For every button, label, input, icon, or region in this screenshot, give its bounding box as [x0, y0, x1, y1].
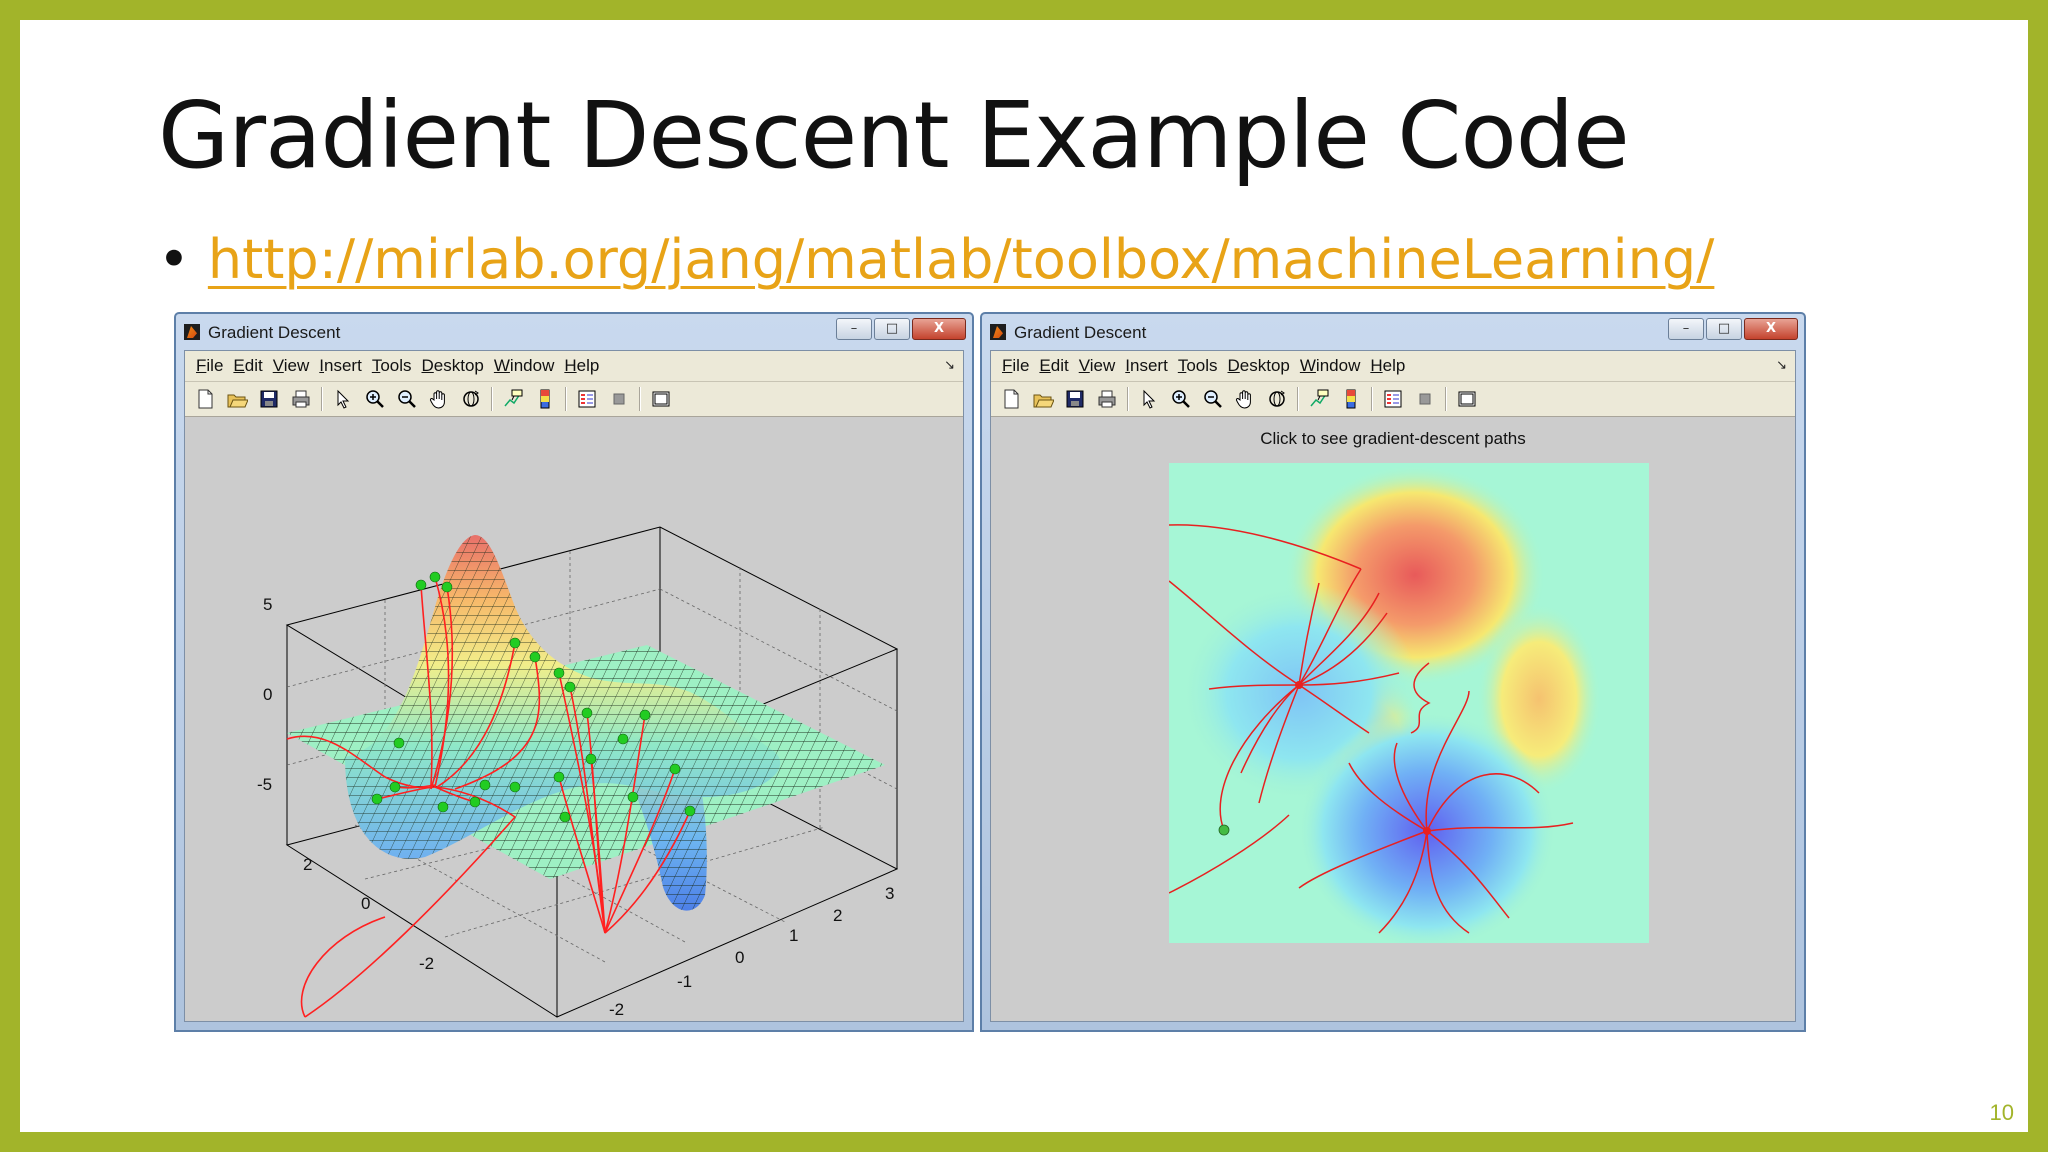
menu-view[interactable]: View: [273, 356, 310, 376]
x-tick-label: 3: [885, 884, 894, 903]
z-tick-label: 5: [263, 595, 272, 614]
page-number: 10: [1989, 1100, 2014, 1125]
y-tick-label: 2: [303, 855, 312, 874]
gradient-descent-window-3d[interactable]: Gradient Descent – □ X File Edit View In…: [174, 312, 974, 1032]
menu-edit[interactable]: Edit: [1039, 356, 1068, 376]
pointer-icon[interactable]: [330, 386, 356, 412]
zoom-out-icon[interactable]: [1200, 386, 1226, 412]
data-cursor-icon[interactable]: [1306, 386, 1332, 412]
toolbox-link[interactable]: http://mirlab.org/jang/matlab/toolbox/ma…: [208, 228, 1715, 291]
toolbar-separator: [321, 387, 323, 411]
menubar: File Edit View Insert Tools Desktop Wind…: [991, 351, 1795, 382]
menu-insert[interactable]: Insert: [319, 356, 362, 376]
matlab-icon: [990, 324, 1006, 340]
menu-file[interactable]: File: [196, 356, 223, 376]
x-tick-label: 1: [789, 926, 798, 945]
surface-3d-plot[interactable]: 5 0 -5 2 0 -2 -3 -2 -1 0 1 2 3: [185, 417, 964, 1022]
menu-window[interactable]: Window: [1300, 356, 1360, 376]
menubar: File Edit View Insert Tools Desktop Wind…: [185, 351, 963, 382]
figure-toolbar: [185, 382, 963, 417]
close-button[interactable]: X: [1744, 318, 1798, 340]
toolbar-separator: [491, 387, 493, 411]
toolbar-separator: [1445, 387, 1447, 411]
open-folder-icon[interactable]: [1030, 386, 1056, 412]
menu-insert[interactable]: Insert: [1125, 356, 1168, 376]
menu-view[interactable]: View: [1079, 356, 1116, 376]
new-file-icon[interactable]: [192, 386, 218, 412]
new-file-icon[interactable]: [998, 386, 1024, 412]
y-tick-label: 0: [361, 894, 370, 913]
menu-tools[interactable]: Tools: [372, 356, 412, 376]
minimize-button[interactable]: –: [836, 318, 872, 340]
toolbar-separator: [639, 387, 641, 411]
show-plot-tools-icon[interactable]: [648, 386, 674, 412]
maximize-button[interactable]: □: [1706, 318, 1742, 340]
figure-client: File Edit View Insert Tools Desktop Wind…: [184, 350, 964, 1022]
x-tick-label: 0: [735, 948, 744, 967]
matlab-icon: [184, 324, 200, 340]
bullet-symbol: •: [158, 228, 190, 291]
menu-help[interactable]: Help: [564, 356, 599, 376]
menu-tools[interactable]: Tools: [1178, 356, 1218, 376]
menu-window[interactable]: Window: [494, 356, 554, 376]
toolbar-separator: [565, 387, 567, 411]
y-tick-label: -2: [419, 954, 434, 973]
print-icon[interactable]: [1094, 386, 1120, 412]
menu-desktop[interactable]: Desktop: [1228, 356, 1290, 376]
figure-title: Click to see gradient-descent paths: [1260, 429, 1526, 448]
window-title: Gradient Descent: [1014, 323, 1147, 342]
hide-plot-tools-icon[interactable]: [1412, 386, 1438, 412]
converged-point: [1295, 681, 1303, 689]
window-titlebar[interactable]: Gradient Descent – □ X: [176, 314, 972, 348]
slide-title: Gradient Descent Example Code: [158, 82, 1630, 189]
colorbar-icon[interactable]: [532, 386, 558, 412]
pan-hand-icon[interactable]: [1232, 386, 1258, 412]
toolbar-separator: [1371, 387, 1373, 411]
print-icon[interactable]: [288, 386, 314, 412]
x-tick-label: 2: [833, 906, 842, 925]
menu-file[interactable]: File: [1002, 356, 1029, 376]
data-cursor-icon[interactable]: [500, 386, 526, 412]
figure-toolbar: [991, 382, 1795, 417]
minimize-button[interactable]: –: [1668, 318, 1704, 340]
zoom-out-icon[interactable]: [394, 386, 420, 412]
figure-client: File Edit View Insert Tools Desktop Wind…: [990, 350, 1796, 1022]
z-tick-label: -5: [257, 775, 272, 794]
open-folder-icon[interactable]: [224, 386, 250, 412]
window-title: Gradient Descent: [208, 323, 341, 342]
menu-desktop[interactable]: Desktop: [422, 356, 484, 376]
legend-icon[interactable]: [1380, 386, 1406, 412]
start-point: [1218, 824, 1230, 836]
hide-plot-tools-icon[interactable]: [606, 386, 632, 412]
maximize-button[interactable]: □: [874, 318, 910, 340]
toolbar-separator: [1127, 387, 1129, 411]
rotate-3d-icon[interactable]: [458, 386, 484, 412]
converged-point: [1423, 827, 1431, 835]
pointer-icon[interactable]: [1136, 386, 1162, 412]
plot-canvas[interactable]: 5 0 -5 2 0 -2 -3 -2 -1 0 1 2 3: [185, 417, 963, 1021]
colorbar-icon[interactable]: [1338, 386, 1364, 412]
z-tick-label: 0: [263, 685, 272, 704]
show-plot-tools-icon[interactable]: [1454, 386, 1480, 412]
rotate-3d-icon[interactable]: [1264, 386, 1290, 412]
x-tick-label: -1: [677, 972, 692, 991]
save-icon[interactable]: [256, 386, 282, 412]
dock-arrow-icon[interactable]: ↘: [944, 357, 955, 373]
pan-hand-icon[interactable]: [426, 386, 452, 412]
plot-canvas[interactable]: Click to see gradient-descent paths: [991, 417, 1795, 1021]
bullet-item: • http://mirlab.org/jang/matlab/toolbox/m…: [158, 228, 1714, 291]
save-icon[interactable]: [1062, 386, 1088, 412]
zoom-in-icon[interactable]: [362, 386, 388, 412]
x-tick-label: -2: [609, 1000, 624, 1019]
toolbar-separator: [1297, 387, 1299, 411]
dock-arrow-icon[interactable]: ↘: [1776, 357, 1787, 373]
zoom-in-icon[interactable]: [1168, 386, 1194, 412]
menu-edit[interactable]: Edit: [233, 356, 262, 376]
legend-icon[interactable]: [574, 386, 600, 412]
window-titlebar[interactable]: Gradient Descent – □ X: [982, 314, 1804, 348]
close-button[interactable]: X: [912, 318, 966, 340]
contour-heatmap-plot[interactable]: [1169, 463, 1649, 943]
menu-help[interactable]: Help: [1370, 356, 1405, 376]
gradient-descent-window-2d[interactable]: Gradient Descent – □ X File Edit View In…: [980, 312, 1806, 1032]
